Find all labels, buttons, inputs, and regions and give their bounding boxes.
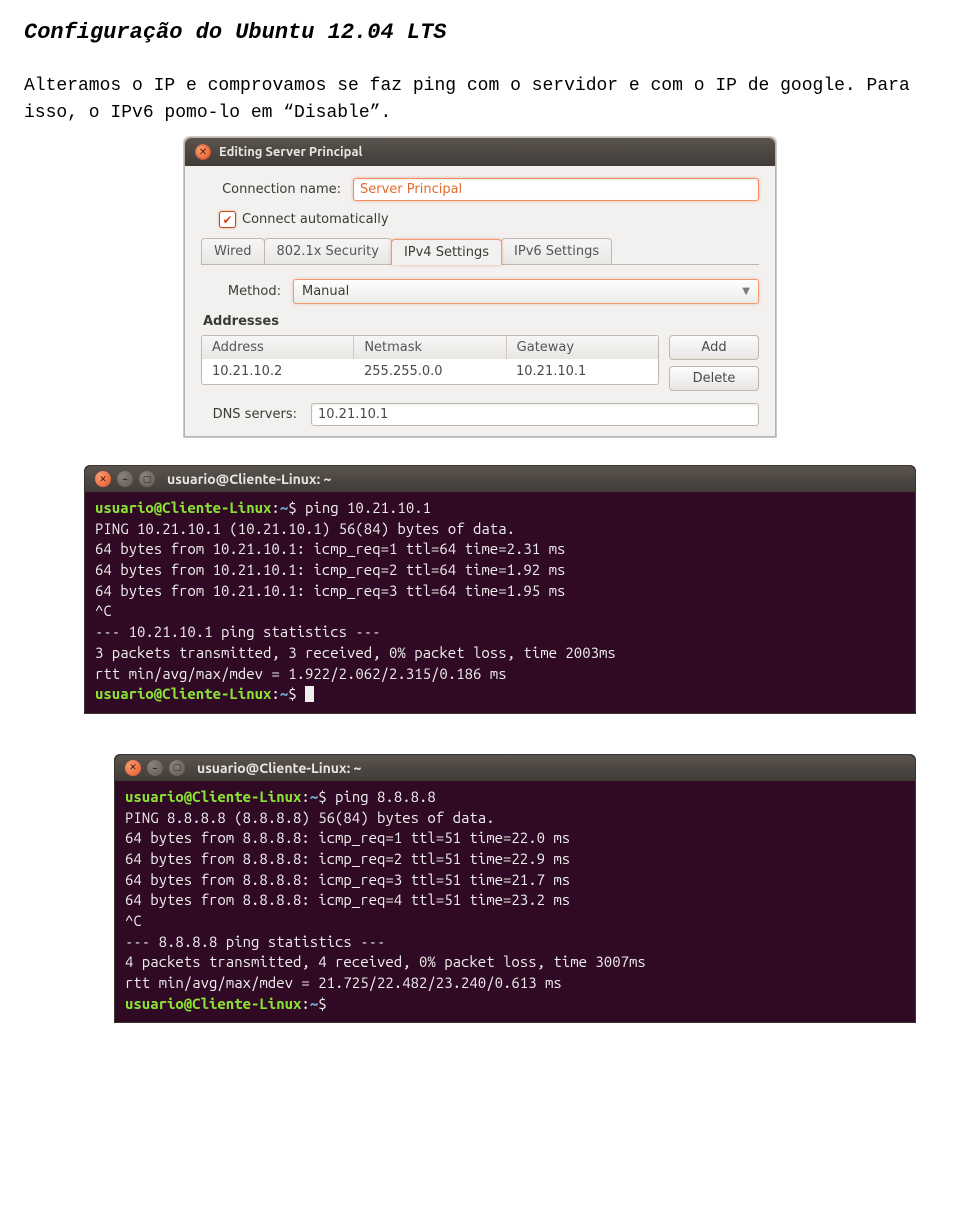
dialog-title: Editing Server Principal: [219, 145, 362, 159]
method-select[interactable]: Manual ▼: [293, 279, 759, 304]
settings-tabs: Wired 802.1x Security IPv4 Settings IPv6…: [201, 238, 759, 265]
connection-name-label: Connection name:: [201, 182, 353, 197]
tab-ipv6[interactable]: IPv6 Settings: [501, 238, 612, 264]
close-icon[interactable]: ✕: [195, 144, 211, 160]
cell-address[interactable]: 10.21.10.2: [202, 359, 354, 384]
chevron-down-icon: ▼: [742, 286, 750, 297]
page-title: Configuração do Ubuntu 12.04 LTS: [24, 20, 936, 45]
tab-wired[interactable]: Wired: [201, 238, 265, 264]
tab-8021x[interactable]: 802.1x Security: [264, 238, 392, 264]
connection-name-input[interactable]: Server Principal: [353, 178, 759, 201]
connect-automatically-label: Connect automatically: [242, 212, 389, 227]
network-settings-dialog: ✕ Editing Server Principal Connection na…: [184, 137, 776, 437]
connect-automatically-checkbox[interactable]: ✔ Connect automatically: [219, 211, 759, 228]
tab-ipv4[interactable]: IPv4 Settings: [391, 239, 502, 265]
col-gateway[interactable]: Gateway: [507, 336, 658, 359]
addresses-table[interactable]: Address Netmask Gateway 10.21.10.2 255.2…: [201, 335, 659, 385]
dns-input[interactable]: 10.21.10.1: [311, 403, 759, 426]
method-label: Method:: [201, 284, 293, 299]
maximize-icon[interactable]: ▢: [169, 760, 185, 776]
col-netmask[interactable]: Netmask: [354, 336, 506, 359]
table-row[interactable]: 10.21.10.2 255.255.0.0 10.21.10.1: [202, 359, 658, 384]
checkbox-icon: ✔: [219, 211, 236, 228]
minimize-icon[interactable]: −: [147, 760, 163, 776]
delete-button[interactable]: Delete: [669, 366, 759, 391]
terminal-titlebar[interactable]: ✕ − ▢ usuario@Cliente-Linux: ~: [115, 755, 915, 781]
cursor-icon: [305, 686, 314, 702]
maximize-icon[interactable]: ▢: [139, 471, 155, 487]
dialog-titlebar[interactable]: ✕ Editing Server Principal: [185, 138, 775, 166]
terminal-title: usuario@Cliente-Linux: ~: [197, 760, 361, 776]
terminal-output[interactable]: usuario@Cliente-Linux:~$ ping 10.21.10.1…: [85, 492, 915, 713]
terminal-titlebar[interactable]: ✕ − ▢ usuario@Cliente-Linux: ~: [85, 466, 915, 492]
intro-paragraph: Alteramos o IP e comprovamos se faz ping…: [24, 73, 936, 127]
method-value: Manual: [302, 284, 349, 299]
terminal-window-2: ✕ − ▢ usuario@Cliente-Linux: ~ usuario@C…: [114, 754, 916, 1024]
cell-netmask[interactable]: 255.255.0.0: [354, 359, 506, 384]
dns-label: DNS servers:: [201, 407, 297, 422]
addresses-section-label: Addresses: [203, 314, 759, 329]
terminal-title: usuario@Cliente-Linux: ~: [167, 471, 331, 487]
add-button[interactable]: Add: [669, 335, 759, 360]
close-icon[interactable]: ✕: [125, 760, 141, 776]
close-icon[interactable]: ✕: [95, 471, 111, 487]
terminal-output[interactable]: usuario@Cliente-Linux:~$ ping 8.8.8.8 PI…: [115, 781, 915, 1023]
terminal-window-1: ✕ − ▢ usuario@Cliente-Linux: ~ usuario@C…: [84, 465, 916, 714]
cell-gateway[interactable]: 10.21.10.1: [506, 359, 658, 384]
table-header: Address Netmask Gateway: [202, 336, 658, 359]
minimize-icon[interactable]: −: [117, 471, 133, 487]
col-address[interactable]: Address: [202, 336, 354, 359]
